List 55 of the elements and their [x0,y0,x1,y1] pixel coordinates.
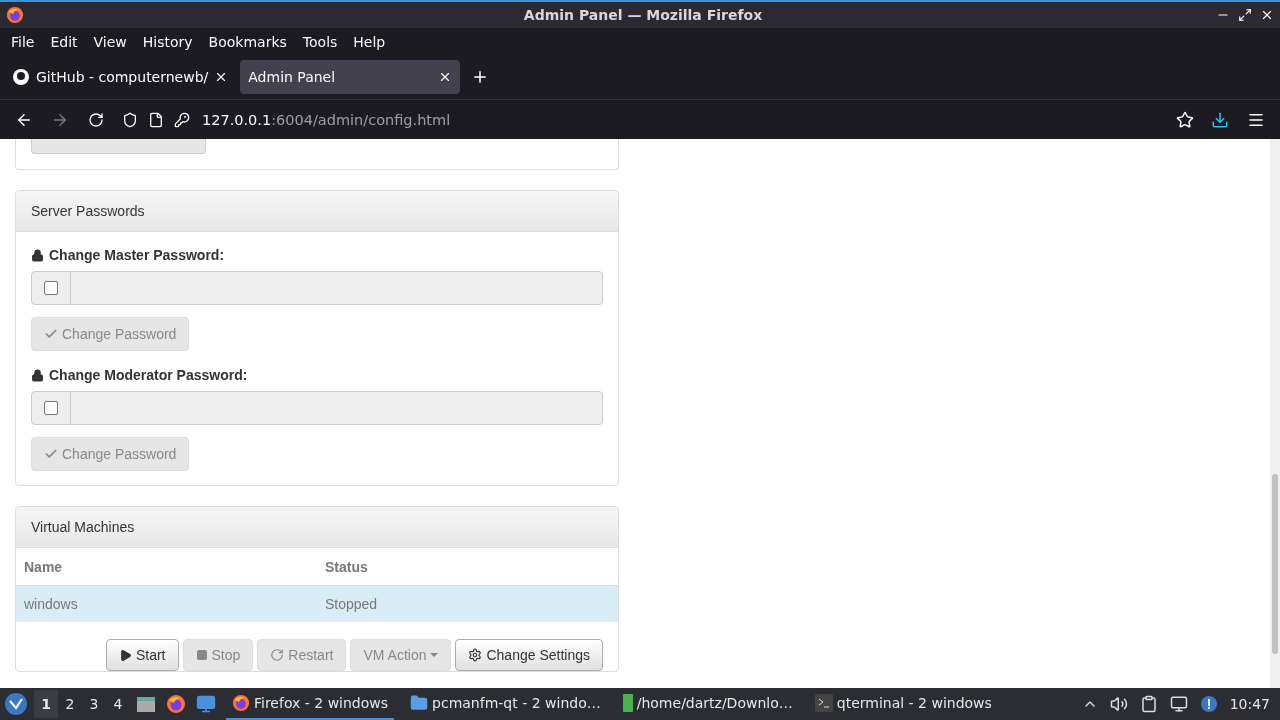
action-button[interactable]: Start [105,639,179,671]
lock-icon [31,248,44,262]
firefox-icon [6,6,24,24]
firefox-icon [166,694,186,714]
caret-icon [430,653,439,657]
menu-item[interactable]: History [134,33,201,50]
workspace-button[interactable]: 2 [58,690,82,718]
volume-icon[interactable] [1109,695,1128,713]
maximize-icon[interactable] [1238,8,1252,22]
column-header: Status [324,558,369,575]
check-icon [44,327,58,341]
key-icon [174,111,190,128]
terminal-icon [814,694,833,712]
play-icon [118,648,132,662]
desktop-icon[interactable] [196,694,216,714]
firefox-icon [232,694,250,712]
page-icon [148,111,164,128]
taskbar-button[interactable]: pcmanfm-qt - 2 windo… [404,688,607,720]
menu-item[interactable]: View [85,33,135,50]
folder-icon [410,694,429,712]
clipboard-icon[interactable] [1139,695,1158,713]
taskbar-button[interactable]: Firefox - 2 windows [226,688,395,720]
menu-item[interactable]: Help [345,33,394,50]
browser-tab[interactable]: GitHub - computernewb/ [4,60,237,94]
menu-item[interactable]: File [3,33,43,50]
notification-icon[interactable] [1199,695,1218,713]
panel-title: Server Passwords [16,191,618,232]
menu-item[interactable]: Edit [42,33,86,50]
scrollbar-thumb[interactable] [1272,474,1278,654]
refresh-icon [270,648,285,662]
menu-item[interactable]: Tools [294,33,346,50]
panel-title: Virtual Machines [16,507,618,548]
settings-icon [468,648,483,662]
menu-item[interactable]: Bookmarks [200,33,295,50]
workspace-button[interactable]: 1 [34,690,58,718]
lock-icon [31,368,44,382]
workspace-button[interactable]: 4 [106,690,130,718]
shield-icon [122,111,138,128]
bookmark-star-icon[interactable] [1176,110,1194,129]
table-row[interactable]: windows Stopped [16,585,618,622]
field-label: Change Moderator Password: [31,367,603,383]
download-icon[interactable] [1211,110,1229,129]
square-icon [195,649,208,661]
taskbar-button[interactable]: qterminal - 2 windows [808,688,998,720]
reload-icon[interactable] [88,111,104,128]
check-icon [44,447,58,461]
action-button[interactable]: Change Settings [455,639,603,671]
window-title: Admin Panel — Mozilla Firefox [522,7,764,23]
browser-tab[interactable]: Admin Panel [240,60,461,94]
workspace-button[interactable]: 3 [82,690,106,718]
clock: 10:47 [1229,696,1270,712]
column-header: Name [23,558,64,575]
taskbar-button[interactable]: /home/dartz/Downlo… [616,688,799,720]
field-label: Change Master Password: [31,247,603,263]
close-icon[interactable] [1260,8,1274,22]
